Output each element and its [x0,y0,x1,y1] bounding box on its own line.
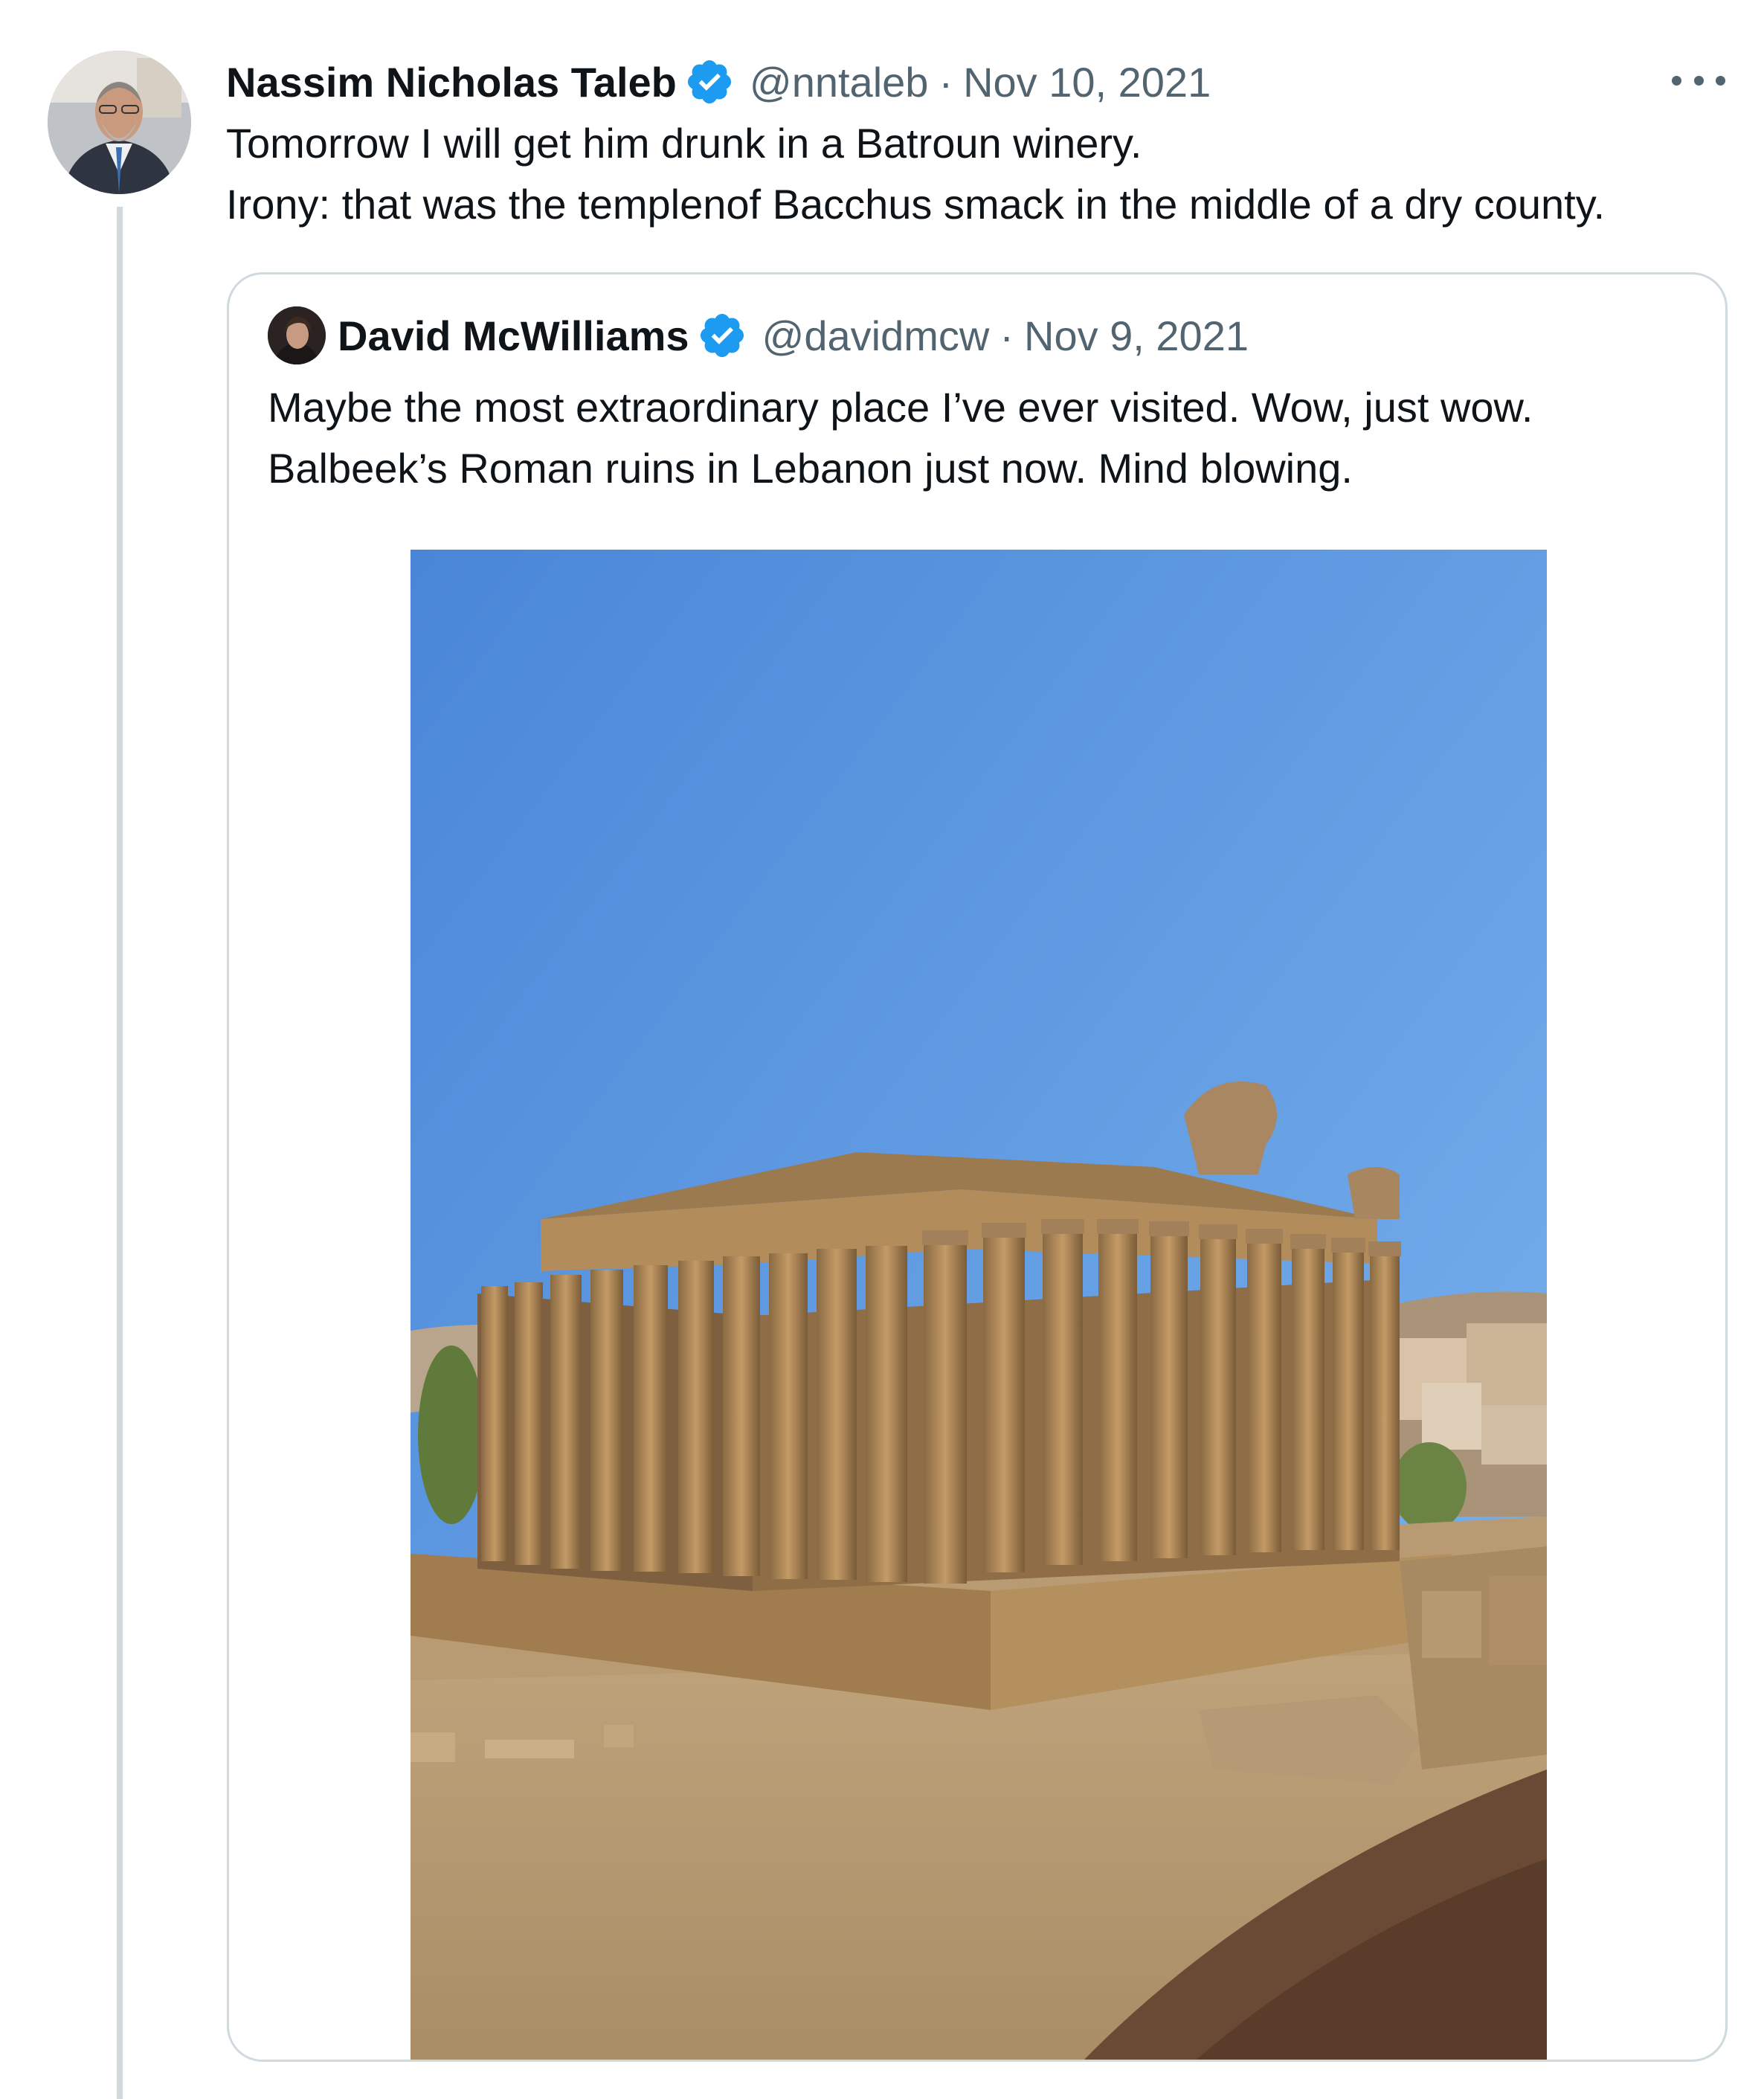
quoted-tweet-text-line: Maybe the most extraordinary place I’ve … [268,384,1533,431]
verified-badge-icon [684,57,735,107]
meta-separator: · [939,58,953,106]
verified-badge-icon [697,310,747,361]
author-avatar[interactable] [48,51,191,194]
more-options-icon[interactable] [1672,65,1725,95]
thread-connector-line [117,207,123,2099]
meta-separator: · [1000,312,1014,359]
tweet-date[interactable]: Nov 10, 2021 [963,58,1211,106]
tweet-text: Tomorrow I will get him drunk in a Batro… [226,113,1605,235]
quoted-tweet-photo[interactable] [411,550,1547,2060]
quoted-tweet-text-line: Balbeek’s Roman ruins in Lebanon just no… [268,445,1353,492]
quoted-author-handle[interactable]: @davidmcw [762,312,990,360]
quoted-tweet-card[interactable]: David McWilliams @davidmcw · Nov 9, 2021… [227,272,1728,2062]
quoted-tweet-date[interactable]: Nov 9, 2021 [1024,312,1249,360]
tweet-text-line: Irony: that was the templenof Bacchus sm… [226,181,1606,228]
tweet-header: Nassim Nicholas Taleb @nntaleb · Nov 10,… [226,52,1211,112]
quoted-author-avatar[interactable] [268,306,326,364]
quoted-author-name[interactable]: David McWilliams [338,312,689,360]
author-name[interactable]: Nassim Nicholas Taleb [226,58,677,106]
author-handle[interactable]: @nntaleb [750,58,929,106]
tweet-text-line: Tomorrow I will get him drunk in a Batro… [226,120,1142,167]
quoted-tweet-header: David McWilliams @davidmcw · Nov 9, 2021 [268,306,1249,364]
quoted-tweet-text: Maybe the most extraordinary place I’ve … [268,377,1533,499]
